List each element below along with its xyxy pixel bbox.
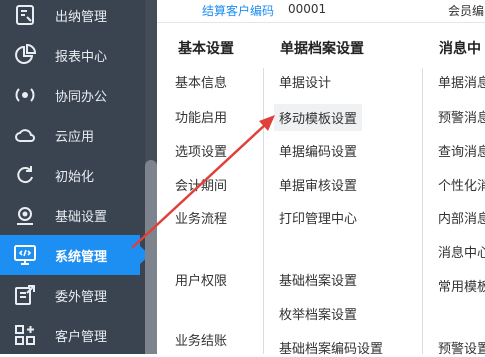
refresh-icon (13, 163, 37, 187)
menu-link-internal-message[interactable]: 内部消息 (438, 208, 485, 227)
menu-link-print-center[interactable]: 打印管理中心 (279, 208, 357, 227)
menu-link-basic-archive[interactable]: 基础档案设置 (279, 270, 357, 289)
sidebar-item-label: 委外管理 (55, 289, 108, 305)
column-divider (422, 68, 423, 354)
menu-link-business-flow[interactable]: 业务流程 (175, 208, 227, 227)
cloud-icon (13, 123, 37, 147)
sidebar-item-basic-settings[interactable]: 基础设置 (0, 195, 145, 235)
sidebar: 出纳管理 报表中心 协同办公 云应用 初始化 基础设置 系统管理 委外管理 客户… (0, 0, 145, 354)
menu-link-basic-info[interactable]: 基本信息 (175, 72, 227, 91)
menu-link-common-template[interactable]: 常用模板 (438, 276, 485, 295)
customer-code-label: 结算客户编码 (202, 4, 275, 18)
menu-link-options[interactable]: 选项设置 (175, 141, 227, 160)
menu-column-title: 基本设置 (178, 41, 234, 57)
sidebar-item-label: 出纳管理 (55, 9, 108, 25)
pie-chart-icon (13, 43, 37, 67)
export-icon (13, 283, 37, 307)
record-header-bar: 结算客户编码 00001 会员编 (157, 0, 485, 23)
sidebar-item-label: 基础设置 (55, 209, 108, 225)
sidebar-item-init[interactable]: 初始化 (0, 155, 145, 195)
cashier-icon (13, 3, 37, 27)
menu-link-alert-message[interactable]: 预警消息 (438, 107, 485, 126)
menu-link-document-design[interactable]: 单据设计 (279, 72, 331, 91)
monitor-code-icon (13, 243, 37, 267)
menu-link-document-audit[interactable]: 单据审核设置 (279, 175, 357, 194)
gear-icon (13, 203, 37, 227)
menu-link-custom-message[interactable]: 个性化消 (438, 175, 485, 194)
column-divider (263, 68, 264, 354)
sidebar-item-label: 云应用 (55, 129, 95, 145)
sidebar-item-system-admin[interactable]: 系统管理 (0, 235, 140, 275)
menu-link-message-center[interactable]: 消息中心 (438, 242, 485, 261)
sidebar-item-cashier[interactable]: 出纳管理 (0, 0, 145, 35)
member-code-label: 会员编 (448, 4, 485, 18)
menu-link-accounting-period[interactable]: 会计期间 (175, 175, 227, 194)
sidebar-item-label: 协同办公 (55, 89, 108, 105)
menu-link-business-closing[interactable]: 业务结账 (175, 330, 227, 349)
menu-column-title: 消息中 (439, 41, 481, 57)
menu-link-document-coding[interactable]: 单据编码设置 (279, 141, 357, 160)
sidebar-item-label: 客户管理 (55, 329, 108, 345)
sidebar-scrollbar-thumb[interactable] (145, 160, 157, 354)
menu-link-archive-coding[interactable]: 基础档案编码设置 (279, 338, 383, 357)
sidebar-item-outsourcing[interactable]: 委外管理 (0, 275, 145, 315)
customer-code-value: 00001 (288, 2, 327, 16)
sidebar-item-label: 报表中心 (55, 49, 108, 65)
menu-column-title: 单据档案设置 (280, 41, 364, 57)
menu-link-enum-archive[interactable]: 枚举档案设置 (279, 304, 357, 323)
menu-link-document-message[interactable]: 单据消息 (438, 72, 485, 91)
sidebar-item-collab[interactable]: 协同办公 (0, 75, 145, 115)
menu-link-query-message[interactable]: 查询消息 (438, 141, 485, 160)
menu-link-user-permissions[interactable]: 用户权限 (175, 270, 227, 289)
menu-link-feature-enable[interactable]: 功能启用 (175, 107, 227, 126)
menu-link-mobile-template[interactable]: 移动模板设置 (274, 104, 363, 131)
sidebar-item-reports[interactable]: 报表中心 (0, 35, 145, 75)
grid-add-icon (13, 323, 37, 347)
sidebar-item-customer[interactable]: 客户管理 (0, 315, 145, 355)
menu-link-alert-settings[interactable]: 预警设置 (438, 338, 485, 357)
radio-signal-icon (13, 83, 37, 107)
sidebar-item-cloud[interactable]: 云应用 (0, 115, 145, 155)
sidebar-item-label: 初始化 (55, 169, 95, 185)
sidebar-item-label: 系统管理 (55, 249, 108, 265)
